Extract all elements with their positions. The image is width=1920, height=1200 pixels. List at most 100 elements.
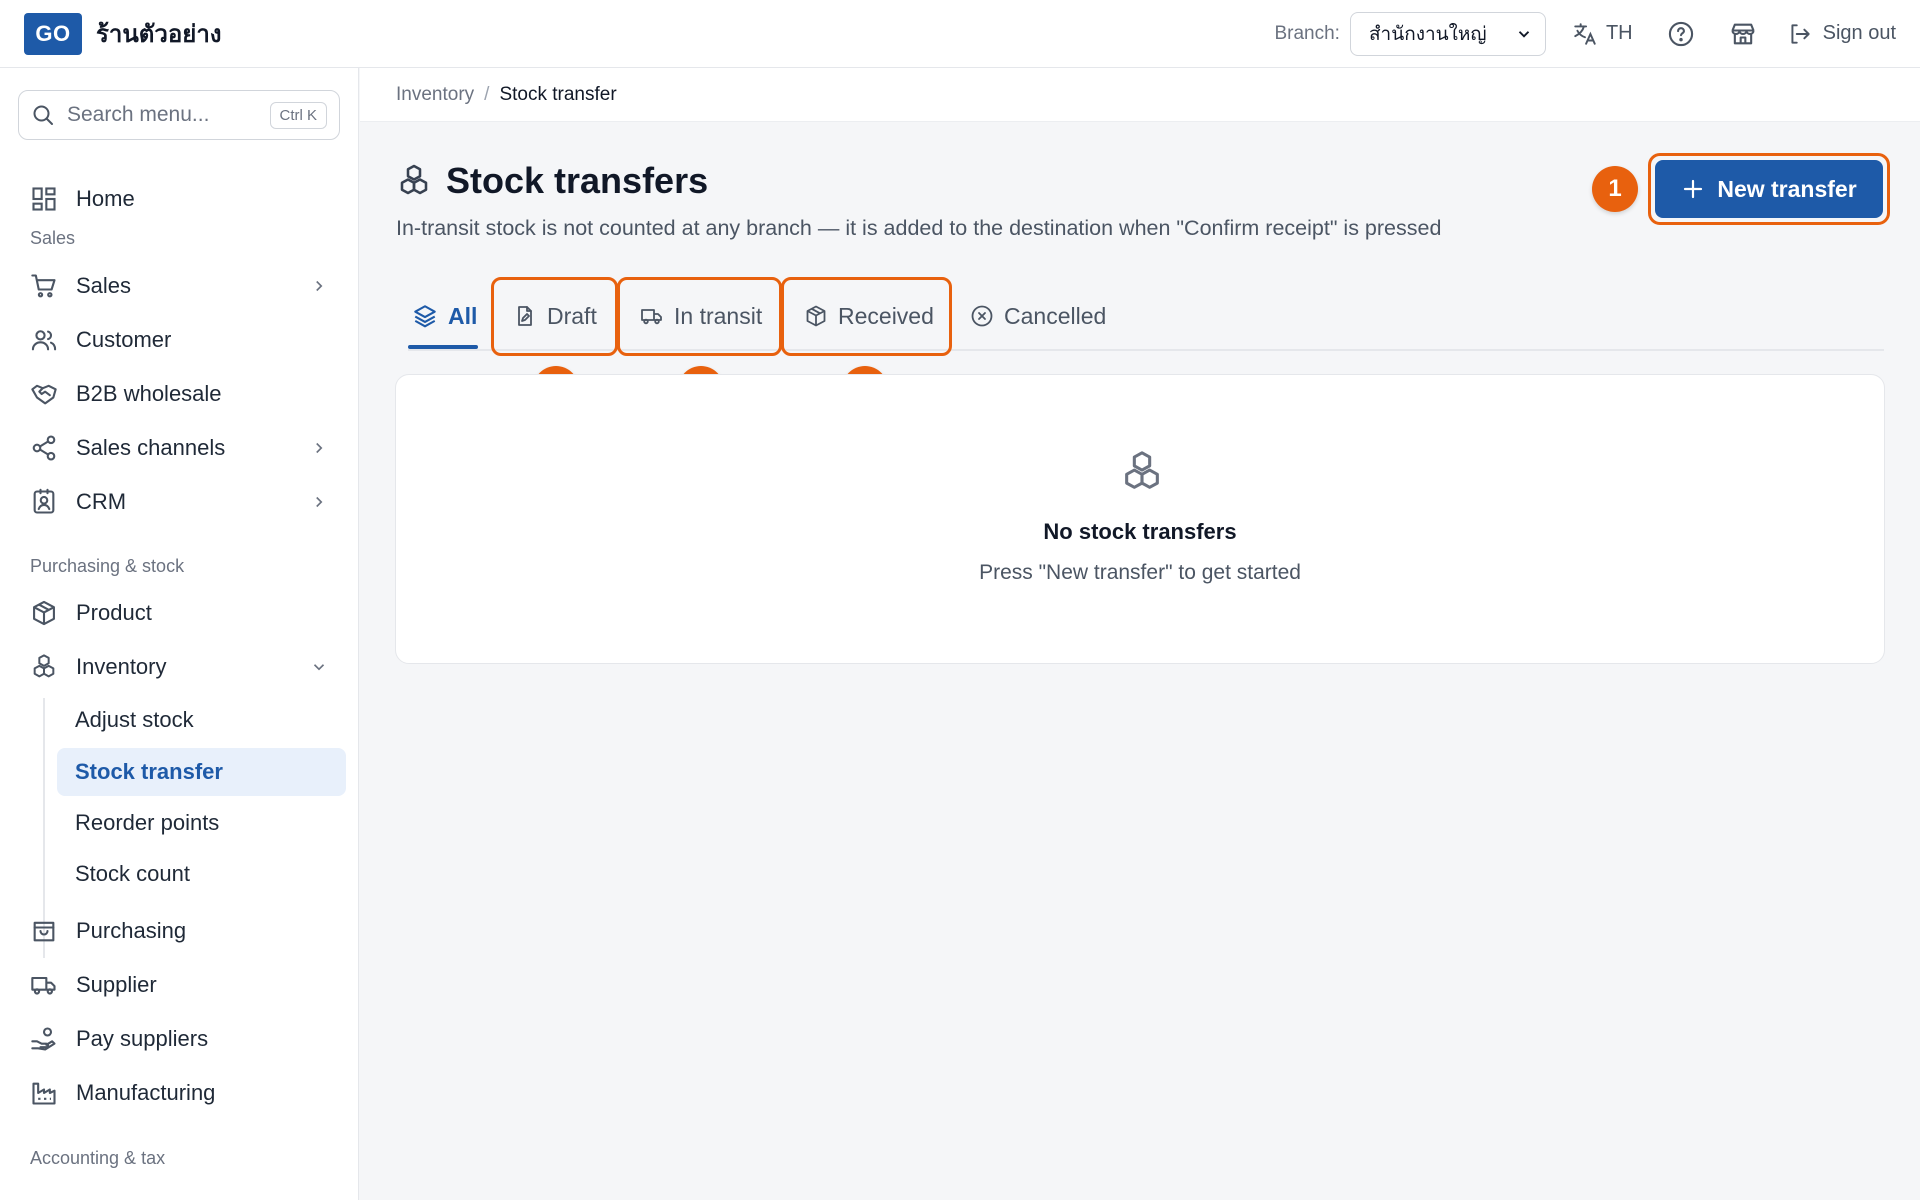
sidebar-item-crm[interactable]: CRM [16, 477, 346, 527]
page-title: Stock transfers [446, 160, 709, 201]
section-purchasing-stock: Purchasing & stock [30, 556, 185, 576]
logo[interactable]: GO [24, 12, 82, 55]
sidebar-item-stock-count[interactable]: Stock count [57, 850, 346, 898]
top-bar-actions: Branch: สำนักงานใหญ่ TH Sign out [1274, 0, 1896, 67]
new-transfer-highlight: New transfer [1648, 153, 1890, 225]
search-shortcut: Ctrl K [269, 101, 327, 129]
sidebar-item-product[interactable]: Product [16, 588, 346, 638]
plus-icon [1684, 179, 1703, 199]
chevron-right-icon [316, 280, 323, 292]
sign-out-button[interactable]: Sign out [1787, 21, 1896, 47]
empty-state-title: No stock transfers [1043, 519, 1237, 544]
truck-icon [31, 976, 56, 995]
factory-icon [32, 1082, 56, 1105]
users-icon [31, 330, 57, 351]
tab-cancelled[interactable]: Cancelled [970, 280, 1106, 352]
sidebar-item-purchasing[interactable]: Purchasing [16, 906, 346, 956]
boxes-icon [1125, 451, 1159, 489]
sidebar-item-label: Sales channels [76, 435, 226, 460]
language-label: TH [1605, 22, 1633, 44]
menu-search-input[interactable]: Search menu... Ctrl K [18, 90, 340, 140]
hand-coins-icon [31, 1027, 56, 1051]
sidebar-item-adjust-stock[interactable]: Adjust stock [57, 696, 346, 744]
cart-icon [31, 274, 56, 298]
breadcrumb-current: Stock transfer [499, 83, 617, 105]
sidebar-item-home[interactable]: Home [16, 174, 346, 224]
contact-card-icon [33, 488, 55, 514]
sidebar-item-label: Customer [76, 327, 172, 352]
sidebar-item-manufacturing[interactable]: Manufacturing [16, 1068, 346, 1118]
empty-state-card: No stock transfers Press "New transfer" … [395, 374, 1885, 664]
sidebar-item-reorder-points[interactable]: Reorder points [57, 799, 346, 847]
sidebar-item-label: Sales [76, 273, 132, 298]
new-transfer-button[interactable]: New transfer [1655, 160, 1883, 218]
sidebar-item-sales[interactable]: Sales [16, 261, 346, 311]
sidebar-item-label: Product [76, 600, 152, 625]
sidebar-item-sales-channels[interactable]: Sales channels [16, 423, 346, 473]
boxes-icon [33, 654, 55, 678]
sidebar-item-pay-suppliers[interactable]: Pay suppliers [16, 1014, 346, 1064]
search-placeholder: Search menu... [67, 103, 210, 126]
tab-label: All [448, 302, 478, 329]
truck-icon [641, 309, 662, 325]
active-tab-indicator [408, 345, 478, 349]
sidebar-item-label: Manufacturing [76, 1080, 216, 1105]
breadcrumb-inventory[interactable]: Inventory [396, 84, 474, 106]
tab-in-transit[interactable]: In transit [640, 280, 762, 352]
top-bar: GO ร้านตัวอย่าง Branch: สำนักงานใหญ่ TH … [0, 0, 1920, 68]
shopping-bag-icon [33, 921, 55, 942]
sign-out-label: Sign out [1822, 22, 1896, 44]
help-icon[interactable] [1667, 20, 1695, 48]
breadcrumb-separator: / [484, 83, 490, 105]
shop-name: ร้านตัวอย่าง [96, 20, 222, 48]
section-accounting-tax: Accounting & tax [30, 1148, 166, 1168]
sign-out-icon [1791, 23, 1810, 44]
sidebar-item-supplier[interactable]: Supplier [16, 960, 346, 1010]
new-transfer-label: New transfer [1717, 175, 1857, 202]
chevron-down-icon [1518, 30, 1530, 38]
page-subtitle: In-transit stock is not counted at any b… [396, 216, 1442, 240]
breadcrumb: Inventory / Stock transfer [360, 68, 1920, 122]
boxes-icon [400, 164, 428, 195]
handshake-icon [31, 384, 57, 405]
language-switcher[interactable]: TH [1572, 21, 1633, 47]
translate-icon [1574, 22, 1596, 45]
tab-received[interactable]: Received [804, 280, 934, 352]
chevron-right-icon [316, 496, 323, 508]
sidebar-item-b2b-wholesale[interactable]: B2B wholesale [16, 369, 346, 419]
sidebar-item-label: Home [76, 186, 135, 211]
grid-icon [32, 187, 56, 211]
search-icon [33, 105, 53, 125]
tab-label: Draft [547, 302, 597, 329]
box-icon [33, 600, 55, 626]
tab-label: Received [838, 302, 934, 329]
sidebar-item-customer[interactable]: Customer [16, 315, 346, 365]
tab-label: In transit [674, 302, 763, 329]
sidebar-item-label: CRM [76, 489, 127, 514]
layers-icon [414, 305, 436, 328]
sidebar-item-stock-transfer[interactable]: Stock transfer [57, 748, 346, 796]
branch-label: Branch: [1274, 22, 1340, 44]
sidebar-item-inventory[interactable]: Inventory [16, 642, 346, 692]
sidebar-item-label: B2B wholesale [76, 381, 222, 406]
empty-state-subtitle: Press "New transfer" to get started [979, 561, 1301, 584]
tab-label: Cancelled [1004, 302, 1107, 329]
sidebar-item-label: Inventory [76, 654, 167, 679]
section-sales: Sales [30, 228, 76, 248]
tab-all[interactable]: All [412, 280, 477, 352]
store-icon[interactable] [1729, 20, 1757, 48]
branch-select-value: สำนักงานใหญ่ [1368, 22, 1487, 45]
callout-badge-1: 1 [1592, 166, 1638, 212]
file-edit-icon [518, 306, 532, 326]
sidebar-item-label: Purchasing [76, 918, 187, 943]
sidebar: Search menu... Ctrl K Home Sales Sales C… [0, 68, 359, 1200]
chevron-down-icon [313, 664, 325, 671]
share-icon [32, 435, 56, 461]
branch-select[interactable]: สำนักงานใหญ่ [1349, 11, 1546, 56]
page-header: Stock transfers [396, 160, 708, 202]
tab-draft[interactable]: Draft [513, 280, 597, 352]
package-icon [806, 305, 826, 327]
circle-x-icon [971, 305, 993, 327]
chevron-right-icon [316, 442, 323, 454]
sidebar-item-label: Pay suppliers [76, 1026, 209, 1051]
